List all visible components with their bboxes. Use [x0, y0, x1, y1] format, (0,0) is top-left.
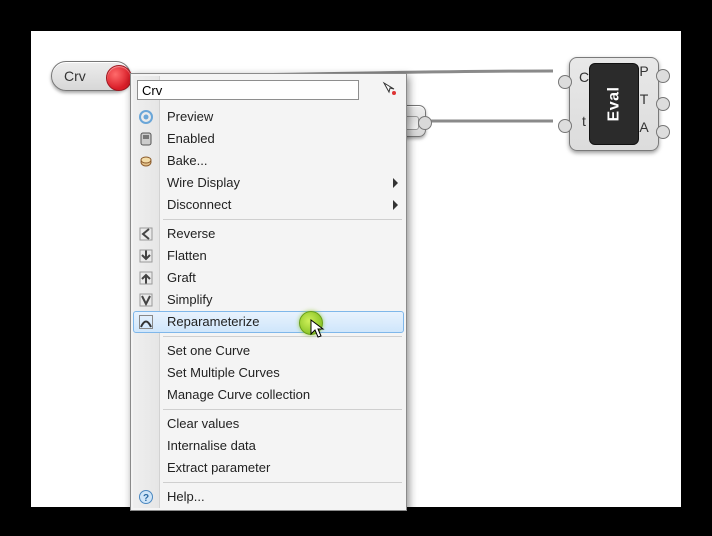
menu-reverse[interactable]: Reverse — [133, 223, 404, 245]
svg-text:?: ? — [143, 493, 149, 504]
crv-param-node[interactable]: Crv — [51, 61, 131, 91]
warning-badge-icon — [106, 65, 132, 91]
menu-internalise-data-label: Internalise data — [167, 438, 256, 453]
menu-preview-label: Preview — [167, 109, 213, 124]
cursor-pick-icon[interactable] — [382, 81, 398, 97]
menu-bake[interactable]: Bake... — [133, 150, 404, 172]
preview-icon — [138, 109, 154, 125]
separator — [163, 219, 402, 220]
menu-preview[interactable]: Preview — [133, 106, 404, 128]
bake-icon — [138, 153, 154, 169]
menu-internalise-data[interactable]: Internalise data — [133, 435, 404, 457]
output-grip-p-icon[interactable] — [656, 69, 670, 83]
menu-flatten-label: Flatten — [167, 248, 207, 263]
context-search-row — [135, 78, 402, 102]
context-search-input[interactable] — [137, 80, 359, 100]
chevron-right-icon — [393, 200, 398, 210]
menu-extract-parameter-label: Extract parameter — [167, 460, 270, 475]
menu-graft-label: Graft — [167, 270, 196, 285]
help-icon: ? — [138, 489, 154, 505]
menu-enabled[interactable]: Enabled — [133, 128, 404, 150]
menu-help[interactable]: ? Help... — [133, 486, 404, 508]
menu-simplify-label: Simplify — [167, 292, 213, 307]
canvas[interactable]: Crv C t P T A Eval — [31, 31, 681, 507]
menu-reparameterize[interactable]: Reparameterize — [133, 311, 404, 333]
chevron-right-icon — [393, 178, 398, 188]
enabled-icon — [138, 131, 154, 147]
output-grip-a-icon[interactable] — [656, 125, 670, 139]
menu-set-multiple-curves[interactable]: Set Multiple Curves — [133, 362, 404, 384]
menu-reparameterize-label: Reparameterize — [167, 314, 260, 329]
crv-param-label: Crv — [64, 68, 86, 84]
menu-reverse-label: Reverse — [167, 226, 215, 241]
click-highlight-icon — [299, 311, 323, 335]
slider-output-grip-icon[interactable] — [418, 116, 432, 130]
output-grip-t-icon[interactable] — [656, 97, 670, 111]
menu-set-one-curve[interactable]: Set one Curve — [133, 340, 404, 362]
evaluate-curve-node[interactable]: C t P T A Eval — [555, 57, 673, 151]
reparameterize-icon — [138, 314, 154, 330]
graft-icon — [138, 270, 154, 286]
menu-bake-label: Bake... — [167, 153, 207, 168]
menu-clear-values-label: Clear values — [167, 416, 239, 431]
menu-help-label: Help... — [167, 489, 205, 504]
menu-set-multiple-curves-label: Set Multiple Curves — [167, 365, 280, 380]
context-menu: Preview Enabled Bake... Wire Display Dis… — [130, 73, 407, 511]
menu-enabled-label: Enabled — [167, 131, 215, 146]
menu-disconnect-label: Disconnect — [167, 197, 231, 212]
separator — [163, 482, 402, 483]
reverse-icon — [138, 226, 154, 242]
menu-wire-display-label: Wire Display — [167, 175, 240, 190]
simplify-icon — [138, 292, 154, 308]
menu-flatten[interactable]: Flatten — [133, 245, 404, 267]
menu-extract-parameter[interactable]: Extract parameter — [133, 457, 404, 479]
input-grip-c-icon[interactable] — [558, 75, 572, 89]
menu-clear-values[interactable]: Clear values — [133, 413, 404, 435]
menu-wire-display[interactable]: Wire Display — [133, 172, 404, 194]
menu-simplify[interactable]: Simplify — [133, 289, 404, 311]
menu-set-one-curve-label: Set one Curve — [167, 343, 250, 358]
separator — [163, 409, 402, 410]
input-grip-t-icon[interactable] — [558, 119, 572, 133]
menu-manage-collection-label: Manage Curve collection — [167, 387, 310, 402]
menu-manage-collection[interactable]: Manage Curve collection — [133, 384, 404, 406]
menu-graft[interactable]: Graft — [133, 267, 404, 289]
flatten-icon — [138, 248, 154, 264]
menu-disconnect[interactable]: Disconnect — [133, 194, 404, 216]
evaluate-curve-title: Eval — [589, 63, 639, 145]
separator — [163, 336, 402, 337]
